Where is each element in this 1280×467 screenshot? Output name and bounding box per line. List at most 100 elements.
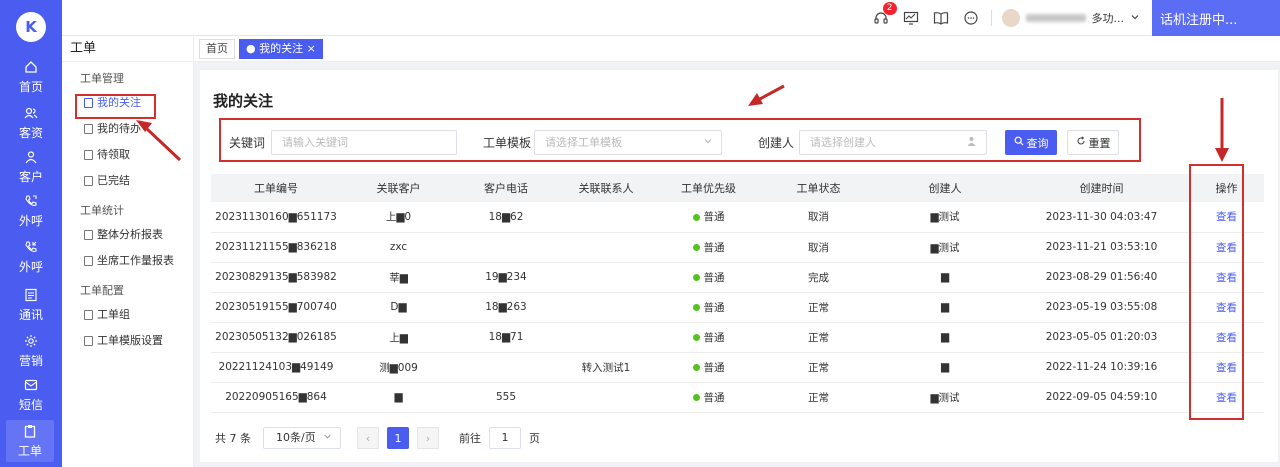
status-dot <box>692 274 700 281</box>
sidebar-item-template-settings[interactable]: 工单模版设置 <box>62 328 193 354</box>
monitor-icon[interactable] <box>901 8 921 28</box>
divider <box>990 10 992 26</box>
redacted-username <box>1025 14 1086 22</box>
cell-creator: ▆测试 <box>876 382 1014 413</box>
tab-bar: 首页 ● 我的关注 × <box>194 36 1280 62</box>
sidebar-item-agent-report[interactable]: 坐席工作量报表 <box>62 248 193 274</box>
tab-home[interactable]: 首页 <box>199 38 235 59</box>
home-icon <box>23 59 39 75</box>
sidebar-title: 工单 <box>62 36 193 62</box>
user-name-suffix: 多功... <box>1091 12 1125 25</box>
col-customer[interactable]: 关联客户 <box>341 174 456 202</box>
status-dot <box>692 213 700 221</box>
table-row: 20220905165▆864 ▆ 555 普通 正常 ▆测试 2022-09-… <box>211 382 1264 413</box>
creator-label: 创建人 <box>758 136 795 150</box>
cell-created-at: 2023-08-29 01:56:40 <box>1014 262 1189 293</box>
phone-out-icon <box>23 193 39 209</box>
col-phone[interactable]: 客户电话 <box>456 174 556 202</box>
book-icon[interactable] <box>931 8 951 28</box>
table-row: 20231130160▆651173 上▆0 18▆62 普通 取消 ▆测试 2… <box>211 202 1264 233</box>
cell-creator: ▆测试 <box>876 202 1014 233</box>
cell-created-at: 2022-09-05 04:59:10 <box>1014 382 1189 413</box>
table-row: 20230829135▆583982 莘▆ 19▆234 普通 完成 ▆ 202… <box>211 262 1264 293</box>
document-icon <box>84 230 93 240</box>
nav-leads[interactable]: 客资 <box>0 102 62 144</box>
nav-outbound-2[interactable]: 外呼 <box>0 236 62 278</box>
tab-my-follow[interactable]: ● 我的关注 × <box>239 38 323 59</box>
cell-priority: 普通 <box>656 232 761 263</box>
document-icon <box>84 336 93 346</box>
query-button[interactable]: 查询 <box>1005 130 1057 155</box>
cell-created-at: 2023-11-21 03:53:10 <box>1014 232 1189 263</box>
page-size-select[interactable]: 10条/页 <box>263 427 341 449</box>
search-icon <box>1014 136 1024 149</box>
cell-phone <box>456 232 556 263</box>
chat-icon[interactable] <box>961 8 981 28</box>
chevron-down-icon <box>703 131 713 154</box>
page-number[interactable]: 1 <box>387 427 409 449</box>
col-creator[interactable]: 创建人 <box>876 174 1014 202</box>
next-page-button[interactable]: › <box>417 427 439 449</box>
cell-customer: ▆ <box>341 382 456 413</box>
nav-home[interactable]: 首页 <box>0 56 62 98</box>
cell-customer: 上▆ <box>341 322 456 353</box>
user-menu[interactable]: 多功... <box>1001 9 1141 27</box>
notification-badge: 2 <box>882 2 897 15</box>
prev-page-button[interactable]: ‹ <box>357 427 379 449</box>
sidebar-item-my-todo[interactable]: 我的待办 <box>62 116 193 142</box>
cell-customer: 莘▆ <box>341 262 456 293</box>
table-header-row: 工单编号 关联客户 客户电话 关联联系人 工单优先级 工单状态 创建人 创建时间… <box>211 174 1264 202</box>
cell-contact <box>556 232 656 263</box>
sidebar-item-completed[interactable]: 已完结 <box>62 168 193 194</box>
status-dot <box>692 334 700 341</box>
cell-phone: 555 <box>456 382 556 413</box>
col-status[interactable]: 工单状态 <box>761 174 876 202</box>
cell-status: 正常 <box>761 322 876 353</box>
creator-select[interactable]: 请选择创建人 <box>799 130 987 155</box>
cell-contact <box>556 322 656 353</box>
col-contact[interactable]: 关联联系人 <box>556 174 656 202</box>
phone-register-status[interactable]: 话机注册中... <box>1152 0 1280 36</box>
goto-input[interactable]: 1 <box>489 427 521 449</box>
sidebar-item-ticket-group[interactable]: 工单组 <box>62 302 193 328</box>
col-ticket-no[interactable]: 工单编号 <box>211 174 341 202</box>
cell-ticket-no: 20221124103▆49149 <box>211 352 341 383</box>
status-dot <box>692 304 700 311</box>
nav-customer[interactable]: 客户 <box>0 146 62 188</box>
nav-outbound[interactable]: 外呼 <box>0 190 62 232</box>
cell-phone: 18▆71 <box>456 322 556 353</box>
keyword-input[interactable]: 请输入关键词 <box>271 130 457 155</box>
status-dot <box>692 364 700 371</box>
chevron-down-icon <box>1130 12 1140 25</box>
sidebar-item-overall-report[interactable]: 整体分析报表 <box>62 222 193 248</box>
sidebar-group-manage: 工单管理 <box>80 72 124 85</box>
nav-sms[interactable]: 短信 <box>0 374 62 416</box>
cell-priority: 普通 <box>656 292 761 323</box>
table-row: 20221124103▆49149 测▆009 转入测试1 普通 正常 ▆ 20… <box>211 352 1264 383</box>
headset-icon[interactable]: 2 <box>871 2 897 28</box>
address-book-icon <box>23 287 39 303</box>
keyword-label: 关键词 <box>229 136 266 150</box>
cell-creator: ▆测试 <box>876 232 1014 263</box>
gear-icon <box>23 333 39 349</box>
cell-creator: ▆ <box>876 322 1014 353</box>
sidebar-item-pending[interactable]: 待领取 <box>62 142 193 168</box>
col-priority[interactable]: 工单优先级 <box>656 174 761 202</box>
cell-ticket-no: 20231130160▆651173 <box>211 202 341 233</box>
document-icon <box>84 310 93 320</box>
cell-phone: 19▆234 <box>456 262 556 293</box>
cell-priority: 普通 <box>656 322 761 353</box>
template-select[interactable]: 请选择工单模板 <box>534 130 722 155</box>
reset-button[interactable]: 重置 <box>1067 130 1119 155</box>
annotation-box-actions <box>1189 164 1244 420</box>
table-row: 20231121155▆836218 zxc 普通 取消 ▆测试 2023-11… <box>211 232 1264 263</box>
person-icon <box>967 131 976 154</box>
col-created-at[interactable]: 创建时间 <box>1014 174 1189 202</box>
status-dot <box>692 244 700 251</box>
nav-ticket[interactable]: 工单 <box>6 420 54 462</box>
nav-marketing[interactable]: 营销 <box>0 330 62 372</box>
cell-created-at: 2023-11-30 04:03:47 <box>1014 202 1189 233</box>
cell-created-at: 2023-05-05 01:20:03 <box>1014 322 1189 353</box>
clipboard-icon <box>22 423 38 439</box>
nav-contacts[interactable]: 通讯 <box>0 284 62 326</box>
